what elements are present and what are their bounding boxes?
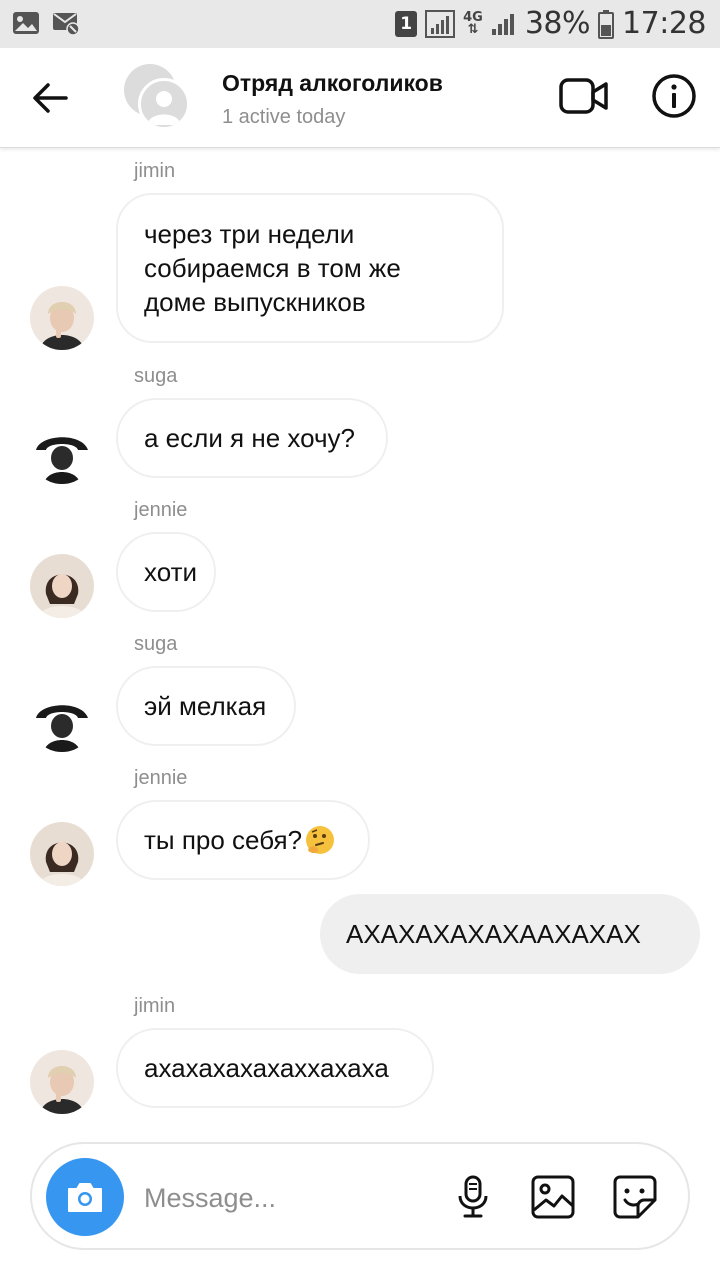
group-avatar[interactable]	[124, 64, 190, 130]
camera-button[interactable]	[46, 1158, 124, 1236]
status-bar: 1 4G ⇅ 38% 17:28	[0, 0, 720, 48]
battery-percent: 38%	[524, 6, 591, 41]
sticker-icon[interactable]	[612, 1174, 658, 1220]
thinking-face-emoji	[306, 826, 335, 854]
signal-bars-icon	[491, 13, 514, 35]
camera-icon	[68, 1183, 102, 1212]
clock: 17:28	[622, 6, 706, 41]
message-line: собираемся в том же	[144, 253, 401, 283]
message-line: через три недели	[144, 219, 355, 249]
avatar-jennie[interactable]	[30, 554, 94, 618]
gallery-icon	[13, 12, 39, 34]
message-input[interactable]	[144, 1180, 424, 1216]
sender-name: jimin	[134, 995, 176, 1017]
chat-title[interactable]: Отряд алкоголиков	[222, 70, 443, 97]
network-arrows-icon: ⇅	[467, 21, 479, 37]
image-icon[interactable]	[530, 1174, 576, 1220]
message-bubble[interactable]: ты про себя?	[116, 800, 370, 880]
microphone-icon[interactable]	[450, 1174, 496, 1220]
chat-activity-status: 1 active today	[222, 106, 346, 128]
message-bubble[interactable]: ахахахахахаххахаха	[116, 1028, 434, 1108]
message-composer	[30, 1142, 690, 1250]
message-bubble[interactable]: хоти	[116, 532, 216, 612]
chat-header: Отряд алкоголиков 1 active today	[0, 48, 720, 148]
sender-name: jennie	[134, 499, 188, 521]
avatar-suga[interactable]	[30, 688, 94, 752]
message-line: доме выпускников	[144, 287, 366, 317]
sender-name: jimin	[134, 160, 176, 182]
sender-name: suga	[134, 365, 178, 387]
sim-badge: 1	[395, 10, 418, 37]
message-bubble[interactable]: эй мелкая	[116, 666, 296, 746]
sender-name: suga	[134, 633, 178, 655]
message-bubble[interactable]: а если я не хочу?	[116, 398, 388, 478]
message-text: ты про себя?	[144, 824, 303, 855]
signal-icon	[425, 9, 456, 38]
sender-name: jennie	[134, 767, 188, 789]
avatar-suga[interactable]	[30, 420, 94, 484]
video-camera-icon[interactable]	[558, 74, 610, 118]
avatar-jennie[interactable]	[30, 822, 94, 886]
sms-blocked-icon	[53, 13, 80, 36]
outgoing-message-bubble[interactable]: АХАХАХАХАХААХАХАХ	[320, 894, 700, 974]
back-arrow-icon[interactable]	[28, 76, 72, 120]
avatar-jimin[interactable]	[30, 1050, 94, 1114]
avatar-jimin[interactable]	[30, 286, 94, 350]
info-icon[interactable]	[650, 72, 698, 120]
battery-icon	[598, 9, 615, 39]
message-bubble[interactable]: через три недели собираемся в том же дом…	[116, 193, 504, 343]
